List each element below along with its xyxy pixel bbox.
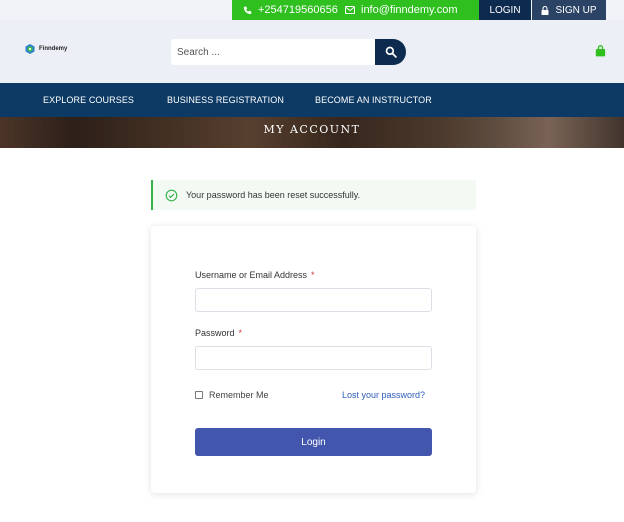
password-label-text: Password	[195, 328, 235, 338]
username-label: Username or Email Address *	[195, 270, 315, 280]
envelope-icon	[345, 6, 355, 14]
username-field[interactable]	[195, 288, 432, 312]
search-input[interactable]	[171, 39, 376, 65]
site-logo[interactable]: Finndemy	[24, 43, 67, 55]
required-mark: *	[311, 270, 315, 280]
cart-button[interactable]	[595, 44, 606, 62]
success-notice: Your password has been reset successfull…	[151, 180, 476, 210]
login-button-label: Login	[301, 436, 326, 448]
remember-me-label: Remember Me	[209, 390, 269, 400]
signup-link-label: SIGN UP	[555, 4, 597, 16]
login-button[interactable]: Login	[195, 428, 432, 456]
topbar-right-edge	[606, 0, 624, 20]
email-address: info@finndemy.com	[361, 4, 458, 16]
login-link-label: LOGIN	[489, 4, 521, 16]
password-field[interactable]	[195, 346, 432, 370]
nav-item-label: EXPLORE COURSES	[43, 95, 135, 105]
nav-item-become-instructor[interactable]: BECOME AN INSTRUCTOR	[315, 83, 432, 117]
username-label-text: Username or Email Address	[195, 270, 308, 280]
page-title: MY ACCOUNT	[263, 123, 361, 136]
phone-contact[interactable]: +254719560656	[243, 0, 338, 20]
phone-icon	[243, 6, 252, 14]
remember-me-checkbox[interactable]	[195, 391, 203, 399]
lost-password-link[interactable]: Lost your password?	[342, 390, 425, 400]
lock-icon	[541, 5, 549, 15]
nav-item-label: BECOME AN INSTRUCTOR	[315, 95, 432, 105]
login-link[interactable]: LOGIN	[479, 0, 531, 20]
nav-item-business-registration[interactable]: BUSINESS REGISTRATION	[167, 83, 284, 117]
search-icon	[385, 46, 397, 58]
nav-item-explore-courses[interactable]: EXPLORE COURSES	[43, 83, 134, 117]
logo-icon	[25, 44, 35, 54]
password-label: Password *	[195, 328, 242, 338]
required-mark: *	[238, 328, 243, 338]
shopping-bag-icon	[595, 45, 606, 57]
logo-text: Finndemy	[39, 46, 68, 52]
search-button[interactable]	[375, 39, 406, 65]
check-circle-icon	[165, 189, 178, 201]
notice-message: Your password has been reset successfull…	[186, 190, 361, 200]
remember-me[interactable]: Remember Me	[195, 390, 269, 400]
phone-number: +254719560656	[258, 4, 338, 16]
main-navigation: EXPLORE COURSES BUSINESS REGISTRATION BE…	[0, 83, 624, 117]
nav-item-label: BUSINESS REGISTRATION	[167, 95, 284, 105]
signup-link[interactable]: SIGN UP	[532, 0, 606, 20]
email-contact[interactable]: info@finndemy.com	[345, 0, 458, 20]
